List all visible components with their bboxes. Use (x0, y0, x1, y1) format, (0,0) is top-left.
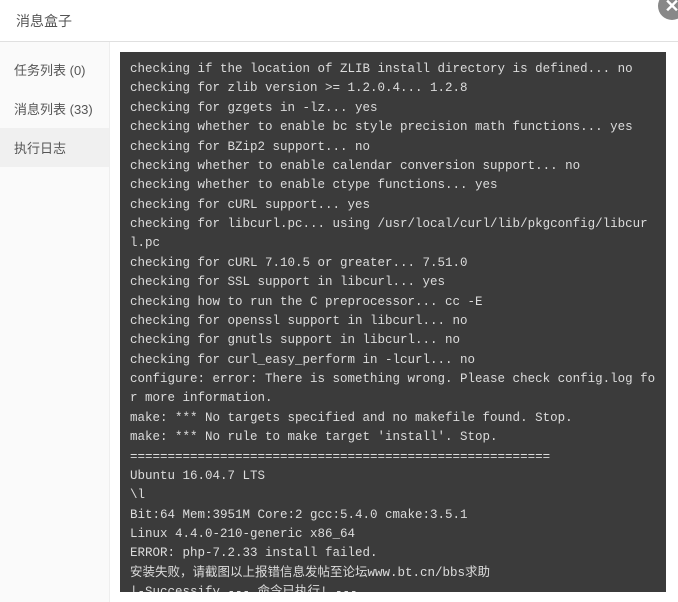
terminal-line: checking for gzgets in -lz... yes (130, 99, 656, 118)
terminal-line: checking for cURL 7.10.5 or greater... 7… (130, 254, 656, 273)
terminal-line: 安装失败，请截图以上报错信息发帖至论坛www.bt.cn/bbs求助 (130, 564, 656, 583)
terminal-line: make: *** No rule to make target 'instal… (130, 428, 656, 447)
terminal-line: checking for libcurl.pc... using /usr/lo… (130, 215, 656, 254)
terminal-line: Bit:64 Mem:3951M Core:2 gcc:5.4.0 cmake:… (130, 506, 656, 525)
sidebar-item-log[interactable]: 执行日志 (0, 128, 109, 167)
terminal-line: checking how to run the C preprocessor..… (130, 293, 656, 312)
terminal-line: checking for openssl support in libcurl.… (130, 312, 656, 331)
sidebar: 任务列表 (0) 消息列表 (33) 执行日志 (0, 42, 110, 602)
terminal-line: Linux 4.4.0-210-generic x86_64 (130, 525, 656, 544)
modal-body: 任务列表 (0) 消息列表 (33) 执行日志 checking if the … (0, 42, 678, 602)
modal-title: 消息盒子 (16, 11, 72, 31)
sidebar-item-tasks[interactable]: 任务列表 (0) (0, 50, 109, 89)
sidebar-item-label: 消息列表 (33) (14, 102, 93, 117)
terminal-line: configure: error: There is something wro… (130, 370, 656, 409)
sidebar-item-label: 任务列表 (0) (14, 63, 86, 78)
modal-header: 消息盒子 (0, 0, 678, 42)
terminal-line: \l (130, 486, 656, 505)
terminal-line: checking for SSL support in libcurl... y… (130, 273, 656, 292)
terminal-line: checking whether to enable bc style prec… (130, 118, 656, 137)
message-box-modal: ✕ 消息盒子 任务列表 (0) 消息列表 (33) 执行日志 checking … (0, 0, 678, 602)
terminal-line: checking for BZip2 support... no (130, 138, 656, 157)
content-area: checking if the location of ZLIB install… (110, 42, 678, 602)
terminal-line: checking for gnutls support in libcurl..… (130, 331, 656, 350)
terminal-output[interactable]: checking if the location of ZLIB install… (120, 52, 666, 592)
terminal-line: make: *** No targets specified and no ma… (130, 409, 656, 428)
terminal-line: |-Successify --- 命令已执行! --- (130, 583, 656, 592)
terminal-line: ERROR: php-7.2.33 install failed. (130, 544, 656, 563)
terminal-line: ========================================… (130, 448, 656, 467)
sidebar-item-messages[interactable]: 消息列表 (33) (0, 89, 109, 128)
terminal-line: checking whether to enable ctype functio… (130, 176, 656, 195)
terminal-line: Ubuntu 16.04.7 LTS (130, 467, 656, 486)
terminal-line: checking for zlib version >= 1.2.0.4... … (130, 79, 656, 98)
sidebar-item-label: 执行日志 (14, 141, 66, 156)
terminal-line: checking for curl_easy_perform in -lcurl… (130, 351, 656, 370)
terminal-line: checking for cURL support... yes (130, 196, 656, 215)
terminal-line: checking whether to enable calendar conv… (130, 157, 656, 176)
close-icon: ✕ (664, 0, 678, 15)
terminal-line: checking if the location of ZLIB install… (130, 60, 656, 79)
